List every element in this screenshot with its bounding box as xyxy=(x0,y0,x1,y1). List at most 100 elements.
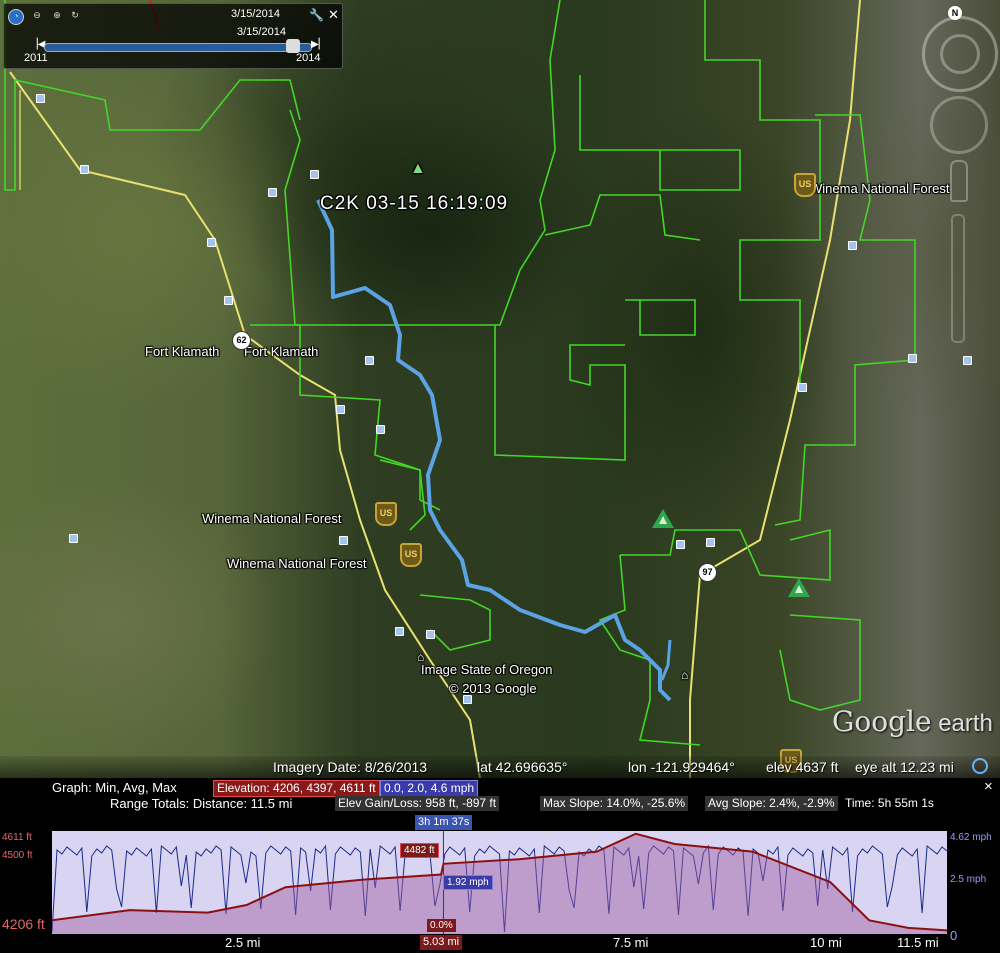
poi-marker[interactable] xyxy=(395,627,404,636)
max-slope: Max Slope: 14.0%, -25.6% xyxy=(540,796,689,811)
elevation-point xyxy=(440,873,442,876)
x-tick: 7.5 mi xyxy=(613,935,649,950)
place-label-winema[interactable]: Winema National Forest xyxy=(227,556,366,571)
poi-marker[interactable] xyxy=(224,296,233,305)
poi-marker[interactable] xyxy=(376,425,385,434)
cursor-time-badge: 3h 1m 37s xyxy=(415,815,473,830)
place-label-fort-klamath[interactable]: Fort Klamath xyxy=(145,344,219,359)
cursor-slope-badge: 0.0% xyxy=(427,919,456,932)
clock-icon[interactable]: ◔ xyxy=(8,9,24,25)
poi-marker[interactable] xyxy=(310,170,319,179)
eye-altitude-readout: eye alt 12.23 mi xyxy=(855,759,954,775)
poi-marker[interactable] xyxy=(798,383,807,392)
poi-marker[interactable] xyxy=(207,238,216,247)
time-slider-thumb[interactable] xyxy=(286,39,300,53)
elevation-point xyxy=(129,909,131,911)
latitude-readout: lat 42.696635° xyxy=(477,759,568,775)
elev-gain-loss: Elev Gain/Loss: 958 ft, -897 ft xyxy=(335,796,500,811)
navigation-controls[interactable]: N xyxy=(912,4,998,354)
poi-marker[interactable] xyxy=(963,356,972,365)
poi-marker[interactable] xyxy=(336,405,345,414)
y-left-bottom: 4206 ft xyxy=(2,916,45,932)
poi-marker[interactable] xyxy=(268,188,277,197)
elevation-point xyxy=(284,886,287,888)
y-right-bottom: 0 xyxy=(950,928,958,943)
elevation-point xyxy=(596,850,598,853)
elevation-point xyxy=(829,881,832,883)
poi-marker[interactable] xyxy=(365,356,374,365)
zoom-slider[interactable] xyxy=(951,214,965,343)
elevation-profile-panel: Graph: Min, Avg, Max Elevation: 4206, 43… xyxy=(0,778,1000,953)
forest-service-shield-icon[interactable]: US xyxy=(794,173,816,197)
poi-marker[interactable] xyxy=(676,540,685,549)
street-view-person-icon[interactable] xyxy=(950,160,968,202)
move-joystick[interactable] xyxy=(930,96,988,154)
avg-slope: Avg Slope: 2.4%, -2.9% xyxy=(705,796,838,811)
x-tick: 11.5 mi xyxy=(897,935,939,950)
landmark-icon[interactable]: ⌂ xyxy=(681,668,688,682)
forest-service-shield-icon[interactable]: US xyxy=(375,502,397,526)
google-earth-logo: Google earth xyxy=(832,705,993,738)
poi-marker[interactable] xyxy=(426,630,435,639)
time-slider-panel: ◔ ⊖ ⊕ ↻ 3/15/2014 🔧 ✕ 3/15/2014 ▕◀ ▶▏ 20… xyxy=(3,3,343,69)
zoom-in-icon[interactable]: ⊕ xyxy=(50,9,64,23)
wrench-icon[interactable]: 🔧 xyxy=(309,8,324,22)
cursor-elevation-badge: 4482 ft xyxy=(400,843,439,858)
status-bar: Imagery Date: 8/26/2013 lat 42.696635° l… xyxy=(0,756,1000,778)
poi-marker[interactable] xyxy=(706,538,715,547)
cursor-speed-badge: 1.92 mph xyxy=(443,875,493,890)
y-left-top: 4611 ft xyxy=(2,832,32,843)
campground-icon[interactable] xyxy=(652,509,674,528)
streaming-status-icon xyxy=(972,758,988,774)
cursor-distance-badge: 5.03 mi xyxy=(420,935,463,950)
place-label-fort-klamath[interactable]: Fort Klamath xyxy=(244,344,318,359)
poi-marker[interactable] xyxy=(848,241,857,250)
poi-marker[interactable] xyxy=(36,94,45,103)
x-tick: 10 mi xyxy=(810,935,842,950)
forest-service-shield-icon[interactable]: US xyxy=(400,543,422,567)
elevation-point xyxy=(206,911,209,914)
y-left-mid: 4500 ft xyxy=(2,850,33,861)
elevation-stat-pill[interactable]: Elevation: 4206, 4397, 4611 ft xyxy=(213,780,380,797)
timeslider-end-year: 2014 xyxy=(296,52,321,64)
elevation-graph[interactable] xyxy=(51,831,948,934)
route-97-badge: 97 xyxy=(698,563,717,582)
elevation-point xyxy=(634,833,637,835)
campground-icon[interactable] xyxy=(788,578,810,597)
speed-stat-pill[interactable]: 0.0, 2.0, 4.6 mph xyxy=(380,780,479,797)
zoom-out-icon[interactable]: ⊖ xyxy=(30,9,44,23)
compass-joystick[interactable] xyxy=(940,34,980,74)
step-forward-icon[interactable]: ▶▏ xyxy=(311,39,326,50)
gps-track xyxy=(316,199,672,702)
logo-earth-text: earth xyxy=(931,710,993,737)
logo-google-text: Google xyxy=(832,705,932,738)
poi-marker[interactable] xyxy=(80,165,89,174)
tree-icon[interactable]: ▲ xyxy=(410,160,426,178)
attribution-line-2: © 2013 Google xyxy=(449,681,537,696)
elevation-graph-svg[interactable] xyxy=(51,831,948,934)
north-icon[interactable]: N xyxy=(948,6,962,20)
poi-marker[interactable] xyxy=(339,536,348,545)
forest-boundaries xyxy=(4,0,916,746)
attribution-line-1: Image State of Oregon xyxy=(421,662,553,677)
elevation-point xyxy=(245,904,248,906)
place-label-winema[interactable]: Winema National Forest xyxy=(202,511,341,526)
longitude-readout: lon -121.929464° xyxy=(628,759,735,775)
map-view[interactable]: C2K 03-15 16:19:09 Fort Klamath Fort Kla… xyxy=(0,0,1000,778)
poi-marker[interactable] xyxy=(69,534,78,543)
elevation-point xyxy=(518,858,520,860)
close-icon[interactable]: ✕ xyxy=(328,7,339,23)
timeslider-start-year: 2011 xyxy=(24,52,48,64)
poi-marker[interactable] xyxy=(908,354,917,363)
poi-marker[interactable] xyxy=(463,695,472,704)
elevation-point xyxy=(868,919,870,922)
elevation-point xyxy=(751,850,754,853)
gps-track-tail xyxy=(660,639,672,681)
refresh-icon[interactable]: ↻ xyxy=(68,9,82,23)
time-slider-track[interactable] xyxy=(44,43,312,52)
graph-caption: Graph: Min, Avg, Max xyxy=(52,780,177,795)
close-profile-icon[interactable]: × xyxy=(984,778,993,795)
y-right-mid: 2.5 mph xyxy=(950,874,987,885)
route-62-badge: 62 xyxy=(232,331,251,350)
imagery-date: Imagery Date: 8/26/2013 xyxy=(273,759,428,775)
